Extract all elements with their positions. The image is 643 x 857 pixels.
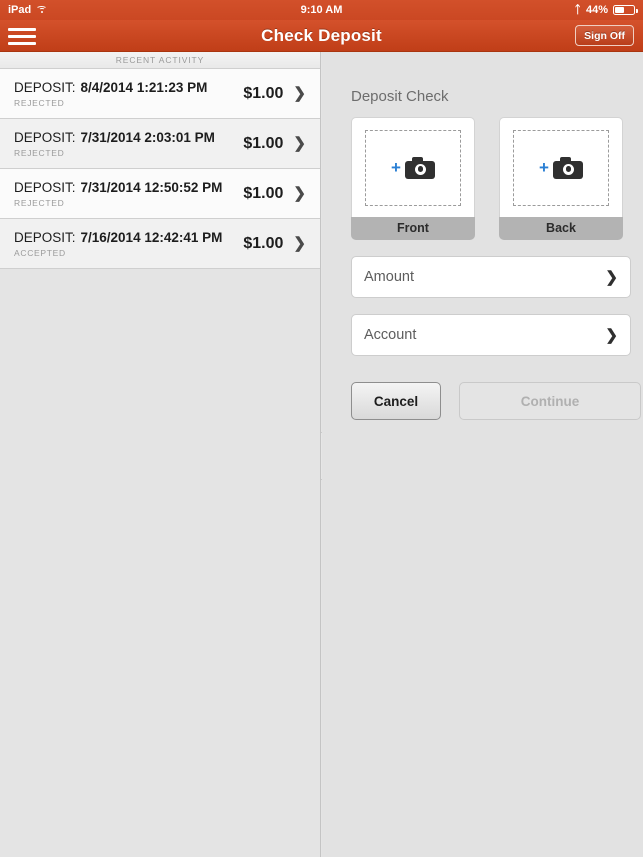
table-row[interactable]: DEPOSIT: 8/4/2014 1:21:23 PM REJECTED $1…	[0, 69, 320, 119]
row-content: DEPOSIT: 7/16/2014 12:42:41 PM ACCEPTED	[14, 230, 243, 258]
recent-activity-header: RECENT ACTIVITY	[0, 52, 320, 69]
row-date: 7/31/2014 12:50:52 PM	[80, 179, 223, 195]
capture-front-button[interactable]: + Front	[351, 117, 475, 240]
continue-button: Continue	[459, 382, 641, 420]
amount-field-label: Amount	[364, 269, 414, 285]
row-date: 8/4/2014 1:21:23 PM	[80, 79, 208, 95]
battery-icon	[613, 5, 638, 15]
row-title-line: DEPOSIT: 7/16/2014 12:42:41 PM	[14, 230, 243, 245]
chevron-right-icon: ❯	[605, 268, 618, 286]
status-badge: REJECTED	[14, 197, 65, 208]
row-amount: $1.00	[243, 234, 284, 252]
row-type-label: DEPOSIT:	[14, 179, 76, 195]
chevron-right-icon: ❯	[293, 135, 306, 152]
row-amount: $1.00	[243, 134, 284, 152]
status-badge: REJECTED	[14, 97, 65, 108]
table-row[interactable]: DEPOSIT: 7/16/2014 12:42:41 PM ACCEPTED …	[0, 219, 320, 269]
account-field-label: Account	[364, 327, 417, 343]
row-title-line: DEPOSIT: 7/31/2014 12:50:52 PM	[14, 180, 243, 195]
capture-back-preview: +	[499, 117, 623, 217]
chevron-right-icon: ❯	[293, 185, 306, 202]
row-content: DEPOSIT: 8/4/2014 1:21:23 PM REJECTED	[14, 80, 243, 108]
action-button-group: Cancel Continue	[351, 382, 641, 420]
battery-percent: 44%	[585, 4, 608, 16]
row-amount: $1.00	[243, 84, 284, 102]
page-title: Check Deposit	[261, 26, 382, 45]
row-content: DEPOSIT: 7/31/2014 2:03:01 PM REJECTED	[14, 130, 243, 158]
chevron-right-icon: ❯	[293, 235, 306, 252]
status-badge: ACCEPTED	[14, 247, 66, 258]
row-amount: $1.00	[243, 184, 284, 202]
chevron-right-icon: ❯	[605, 326, 618, 344]
amount-field[interactable]: Amount ❯	[351, 256, 631, 298]
row-type-label: DEPOSIT:	[14, 79, 76, 95]
dashed-placeholder: +	[513, 129, 609, 206]
dashed-placeholder: +	[365, 129, 461, 206]
account-field[interactable]: Account ❯	[351, 314, 631, 356]
cancel-button[interactable]: Cancel	[351, 382, 441, 420]
section-title: Deposit Check	[351, 88, 449, 105]
sign-off-button[interactable]: Sign Off	[575, 25, 634, 46]
status-badge: REJECTED	[14, 147, 65, 158]
chevron-right-icon: ❯	[293, 85, 306, 102]
row-content: DEPOSIT: 7/31/2014 12:50:52 PM REJECTED	[14, 180, 243, 208]
camera-icon	[404, 156, 435, 179]
status-bar-right: ᛏ 44%	[574, 3, 638, 16]
bluetooth-icon: ᛏ	[574, 3, 581, 16]
row-type-label: DEPOSIT:	[14, 129, 76, 145]
row-type-label: DEPOSIT:	[14, 229, 76, 245]
status-bar-time: 9:10 AM	[300, 4, 343, 16]
navigation-bar: Check Deposit Sign Off	[0, 20, 643, 52]
table-row[interactable]: DEPOSIT: 7/31/2014 12:50:52 PM REJECTED …	[0, 169, 320, 219]
capture-front-label: Front	[351, 217, 475, 240]
row-title-line: DEPOSIT: 8/4/2014 1:21:23 PM	[14, 80, 243, 95]
plus-icon: +	[539, 158, 549, 177]
camera-icon	[552, 156, 583, 179]
capture-front-preview: +	[351, 117, 475, 217]
recent-activity-pane: RECENT ACTIVITY DEPOSIT: 8/4/2014 1:21:2…	[0, 52, 321, 857]
capture-back-button[interactable]: + Back	[499, 117, 623, 240]
plus-icon: +	[391, 158, 401, 177]
row-date: 7/16/2014 12:42:41 PM	[80, 229, 223, 245]
row-title-line: DEPOSIT: 7/31/2014 2:03:01 PM	[14, 130, 243, 145]
capture-back-label: Back	[499, 217, 623, 240]
table-row[interactable]: DEPOSIT: 7/31/2014 2:03:01 PM REJECTED $…	[0, 119, 320, 169]
check-capture-group: + Front + Back	[351, 117, 623, 240]
row-date: 7/31/2014 2:03:01 PM	[80, 129, 215, 145]
deposit-check-pane: Deposit Check + Front + Back Amount ❯ Ac…	[322, 52, 643, 857]
status-bar: iPad 9:10 AM ᛏ 44%	[0, 0, 643, 20]
